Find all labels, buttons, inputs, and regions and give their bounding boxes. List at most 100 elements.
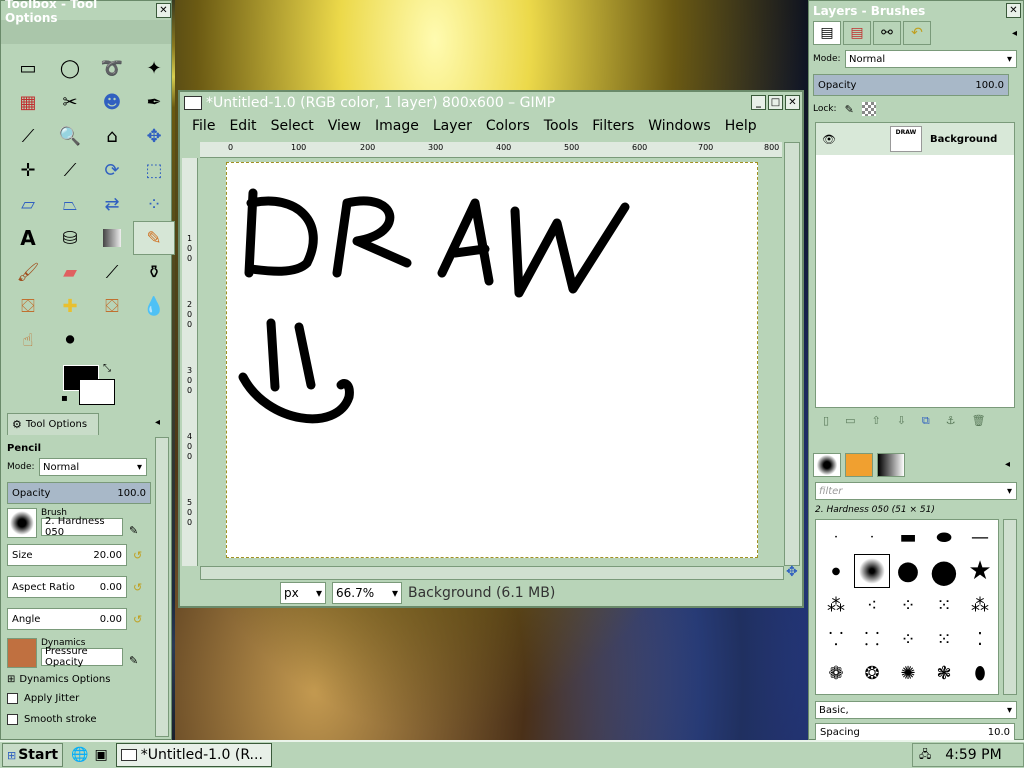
lock-pixels-icon[interactable]: ✎ [845,103,854,116]
layer-row[interactable]: 👁 DRAW Background [816,123,1014,155]
brush-item[interactable]: ● [818,554,854,588]
zoom-select[interactable]: 66.7% ▾ [332,582,402,604]
background-color-swatch[interactable] [79,379,115,405]
measure-icon[interactable]: ⌂ [91,119,133,153]
brush-item-selected[interactable] [854,554,890,588]
eraser-icon[interactable]: ▰ [49,255,91,289]
dock-menu-icon[interactable]: ◂ [1012,28,1017,39]
new-layer-icon[interactable]: ▯ [823,414,829,428]
maximize-button[interactable]: □ [768,95,783,110]
gradients-tab-icon[interactable] [877,453,905,477]
mode-select[interactable]: Normal ▾ [39,458,147,476]
spacing-slider[interactable]: Spacing 10.0 [815,723,1015,741]
brush-item[interactable]: ● [890,554,926,588]
layer-mode-select[interactable]: Normal ▾ [845,50,1017,68]
reset-aspect-icon[interactable]: ↺ [133,581,142,594]
brush-set-select[interactable]: Basic, ▾ [815,701,1017,719]
align-icon[interactable]: ✛ [7,153,49,187]
color-picker-icon[interactable]: ⟋ [7,119,49,153]
brush-item[interactable]: ⁙ [926,588,962,622]
raise-layer-icon[interactable]: ⇧ [871,414,880,428]
color-select-icon[interactable]: ▦ [7,85,49,119]
ellipse-select-icon[interactable]: ◯ [49,51,91,85]
eye-icon[interactable]: 👁 [822,133,836,146]
menu-image[interactable]: Image [375,118,419,134]
paths-icon[interactable]: ✒ [133,85,175,119]
zoom-icon[interactable]: 🔍 [49,119,91,153]
brush-item[interactable]: ★ [962,554,998,588]
brush-item[interactable]: ⬮ [962,656,998,690]
brush-item[interactable]: ⁂ [962,588,998,622]
vertical-scrollbar[interactable] [784,142,800,566]
lower-layer-icon[interactable]: ⇩ [897,414,906,428]
cage-icon[interactable]: ⁘ [133,187,175,221]
undo-tab-icon[interactable]: ↶ [903,21,931,45]
ink-icon[interactable]: ⚱ [133,255,175,289]
brush-item[interactable]: ⸪ [818,622,854,656]
brush-item[interactable]: ❃ [926,656,962,690]
taskbar-task[interactable]: *Untitled-1.0 (R... [115,743,272,767]
menu-colors[interactable]: Colors [486,118,530,134]
menu-layer[interactable]: Layer [433,118,472,134]
brush-grid-scrollbar[interactable] [1003,519,1017,695]
brush-item[interactable]: ❂ [854,656,890,690]
brush-item[interactable]: ⸬ [854,622,890,656]
reset-angle-icon[interactable]: ↺ [133,613,142,626]
edit-brush-icon[interactable]: ✎ [129,524,138,538]
brush-preview[interactable] [7,508,37,538]
channels-tab-icon[interactable]: ▤ [843,21,871,45]
lock-alpha-icon[interactable] [861,102,876,116]
menu-edit[interactable]: Edit [229,118,256,134]
shear-icon[interactable]: ▱ [7,187,49,221]
bucket-fill-icon[interactable]: ⛁ [49,221,91,255]
brush-item[interactable]: ✺ [890,656,926,690]
rect-select-icon[interactable]: ▭ [7,51,49,85]
menu-help[interactable]: Help [725,118,757,134]
perspective-clone-icon[interactable]: ⛋ [91,289,133,323]
menu-file[interactable]: File [192,118,215,134]
brushes-tab-icon[interactable] [813,453,841,477]
navigate-icon[interactable]: ✥ [786,564,798,580]
dynamics-preview-icon[interactable] [7,638,37,668]
vertical-ruler[interactable]: 1 0 0 2 0 0 3 0 0 4 0 0 5 0 0 [182,158,198,566]
new-group-icon[interactable]: ▭ [845,414,855,428]
toolbox-titlebar[interactable]: Toolbox - Tool Options ✕ [1,0,171,25]
network-icon[interactable]: 🖧 [919,746,931,765]
toolbox-close-button[interactable]: ✕ [156,3,171,18]
horizontal-scrollbar[interactable] [200,566,784,580]
rotate-icon[interactable]: ⟳ [91,153,133,187]
reset-size-icon[interactable]: ↺ [133,549,142,562]
tool-options-scrollbar[interactable] [155,437,169,737]
dodge-burn-icon[interactable]: ⚫ [49,323,91,357]
text-icon[interactable]: A [7,221,49,255]
pencil-icon[interactable]: ✎ [133,221,175,255]
brush-item[interactable]: ⁖ [854,588,890,622]
minimize-button[interactable]: _ [751,95,766,110]
brush-item[interactable]: ● [926,552,962,590]
layers-tab-icon[interactable]: ▤ [813,21,841,45]
patterns-tab-icon[interactable] [845,453,873,477]
scissors-icon[interactable]: ✂ [49,85,91,119]
anchor-layer-icon[interactable]: ⚓ [946,414,956,428]
brush-dock-menu-icon[interactable]: ◂ [1005,459,1010,470]
foreground-select-icon[interactable]: ☻ [91,85,133,119]
brush-name-field[interactable]: 2. Hardness 050 [41,516,123,538]
scale-icon[interactable]: ⬚ [133,153,175,187]
quick-launch-icon[interactable]: 🌐 [71,747,88,763]
brush-filter-input[interactable]: filter ▾ [815,482,1017,500]
layer-opacity-slider[interactable]: Opacity 100.0 [813,74,1009,96]
swap-colors-icon[interactable]: ⤡ [103,363,111,374]
crop-icon[interactable]: ⟋ [49,153,91,187]
clock[interactable]: 4:59 PM [945,747,1001,763]
brush-item[interactable]: ⁘ [890,622,926,656]
fuzzy-select-icon[interactable]: ✦ [133,51,175,85]
smudge-icon[interactable]: ☝ [7,323,49,357]
brush-item[interactable]: ⬬ [926,520,962,554]
brush-item[interactable]: ⁚ [962,622,998,656]
brush-item[interactable]: ⁂ [818,588,854,622]
heal-icon[interactable]: ✚ [49,289,91,323]
image-titlebar[interactable]: *Untitled-1.0 (RGB color, 1 layer) 800x6… [180,92,802,113]
layers-close-button[interactable]: ✕ [1006,3,1021,18]
brush-item[interactable]: — [962,520,998,554]
blur-icon[interactable]: 💧 [133,289,175,323]
